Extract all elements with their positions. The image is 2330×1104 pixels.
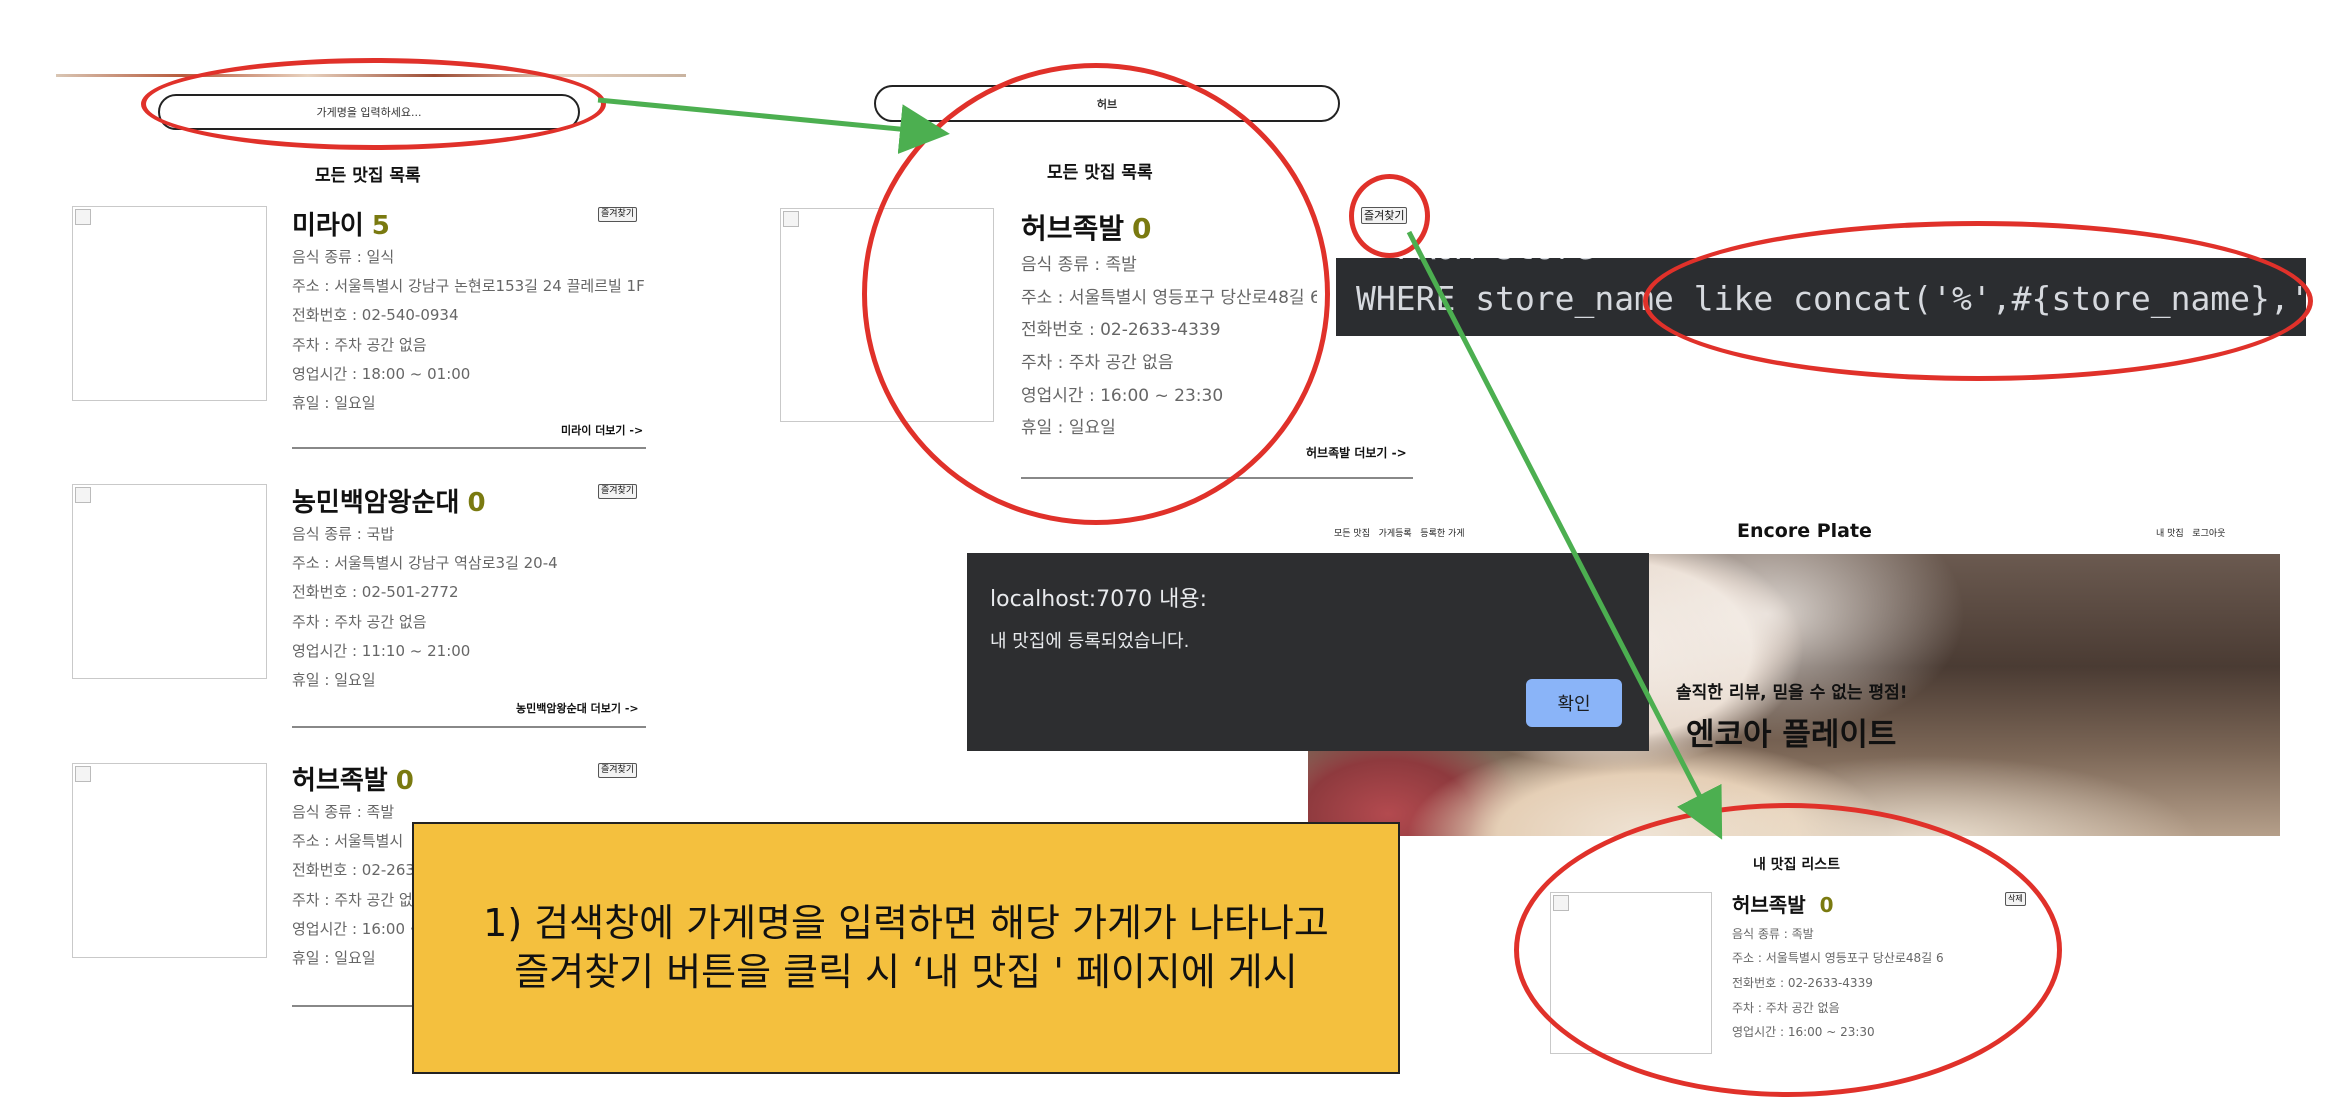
arrow-favorite-to-mylist (1406, 230, 1723, 840)
caption-line-2: 즐겨찾기 버튼을 클릭 시 ‘내 맛집 ' 페이지에 게시 (514, 950, 1298, 994)
arrow-search-to-result (597, 97, 950, 155)
caption-line-1: 1) 검색창에 가게명을 입력하면 해당 가게가 나타나고 (483, 900, 1329, 945)
caption-box: 1) 검색창에 가게명을 입력하면 해당 가게가 나타나고 즐겨찾기 버튼을 클… (412, 822, 1400, 1074)
